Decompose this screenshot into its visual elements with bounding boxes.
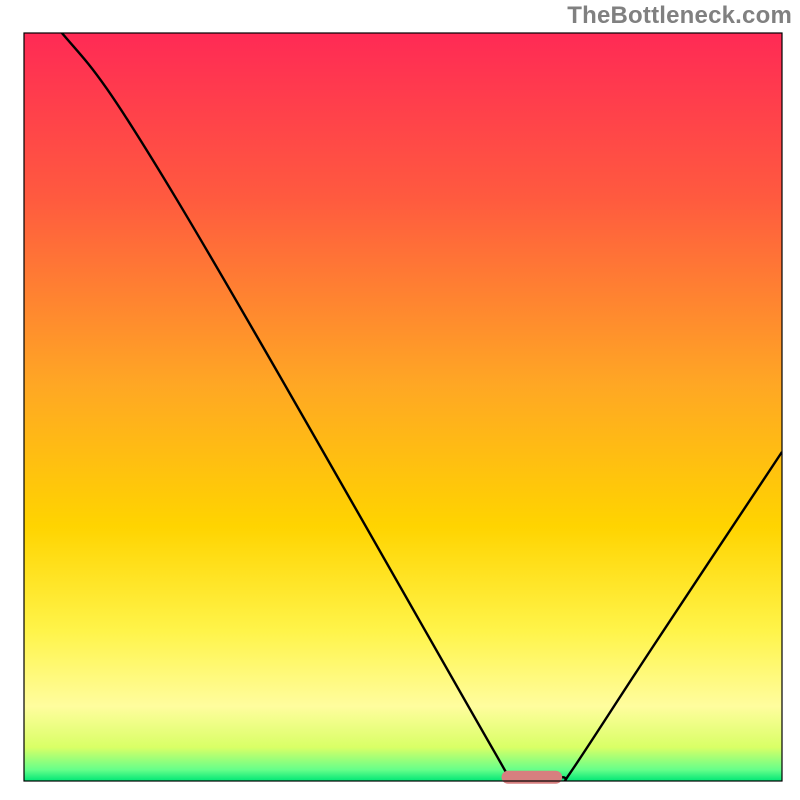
heat-gradient-background: [24, 33, 782, 781]
optimal-range-marker: [502, 771, 563, 784]
chart-stage: TheBottleneck.com: [0, 0, 800, 800]
watermark-label: TheBottleneck.com: [567, 2, 792, 30]
bottleneck-chart: [0, 0, 800, 800]
